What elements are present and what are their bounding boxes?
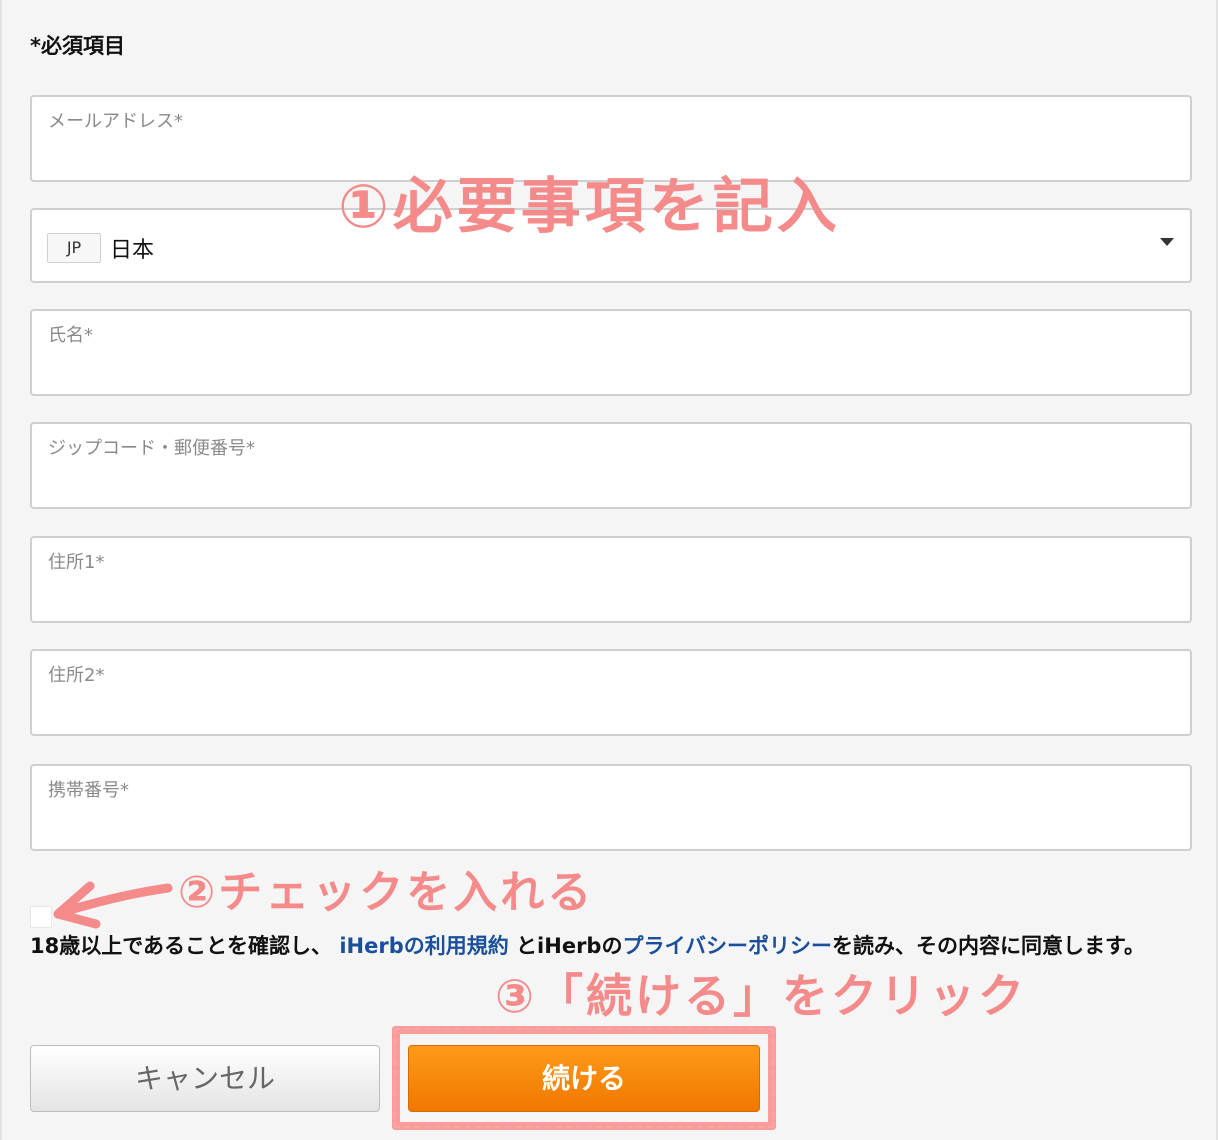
country-code-badge: JP <box>47 233 101 263</box>
arrow-left-icon <box>53 881 173 929</box>
annotation-step3: ③「続ける」をクリック <box>495 969 1027 1023</box>
mobile-number-field[interactable]: 携帯番号* <box>30 764 1192 851</box>
terms-link[interactable]: iHerbの利用規約 <box>339 934 508 958</box>
postal-code-field[interactable]: ジップコード・郵便番号* <box>30 422 1192 509</box>
email-field-label: メールアドレス* <box>48 111 183 132</box>
address1-field[interactable]: 住所1* <box>30 536 1192 623</box>
consent-suffix: を読み、その内容に同意します。 <box>832 934 1145 958</box>
address2-field[interactable]: 住所2* <box>30 649 1192 736</box>
full-name-field-label: 氏名* <box>48 325 93 346</box>
address1-field-label: 住所1* <box>48 552 105 573</box>
mobile-number-field-label: 携帯番号* <box>48 780 129 801</box>
consent-middle: とiHerbの <box>516 934 623 958</box>
age-consent-checkbox[interactable] <box>30 906 52 928</box>
privacy-policy-link[interactable]: プライバシーポリシー <box>622 934 832 958</box>
annotation-step1: ①必要事項を記入 <box>338 172 841 242</box>
required-note: *必須項目 <box>30 34 125 58</box>
consent-prefix: 18歳以上であることを確認し、 <box>30 934 333 958</box>
chevron-down-icon <box>1160 238 1174 246</box>
consent-text: 18歳以上であることを確認し、 iHerbの利用規約 とiHerbのプライバシー… <box>30 930 1195 962</box>
cancel-button[interactable]: キャンセル <box>30 1045 380 1112</box>
annotation-step2: ②チェックを入れる <box>178 867 595 918</box>
address2-field-label: 住所2* <box>48 665 105 686</box>
country-name: 日本 <box>110 238 155 263</box>
full-name-field[interactable]: 氏名* <box>30 309 1192 396</box>
postal-code-field-label: ジップコード・郵便番号* <box>48 438 255 459</box>
continue-highlight-box <box>392 1026 776 1130</box>
